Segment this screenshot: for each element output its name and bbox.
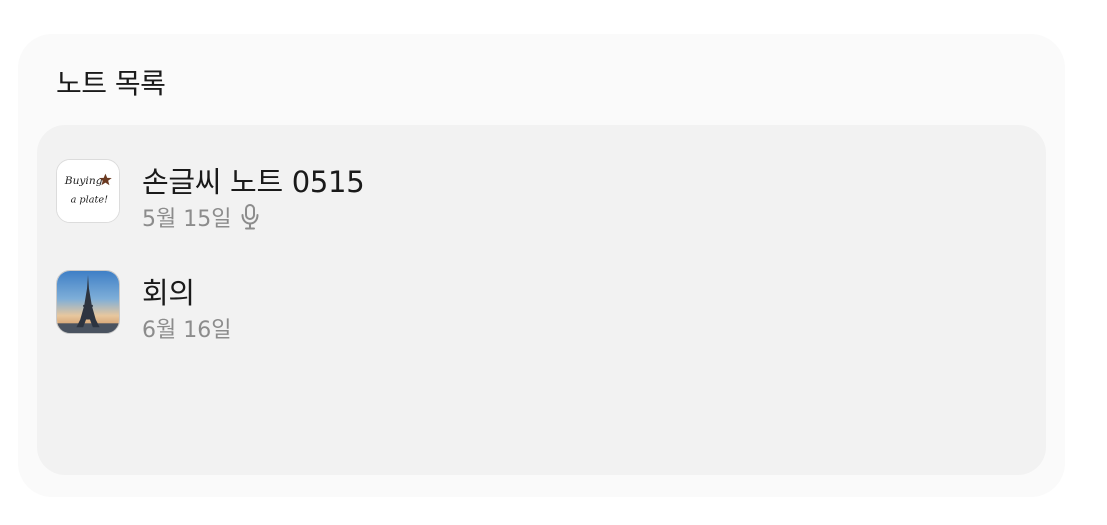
svg-text:Buying: Buying	[64, 174, 103, 187]
note-list-item[interactable]: Buying a plate! 손글씨 노트 0515 5월 15일	[37, 147, 1046, 237]
note-title: 손글씨 노트 0515	[142, 165, 365, 199]
note-date-text: 6월 16일	[142, 318, 232, 343]
note-date-text: 5월 15일	[142, 207, 232, 232]
handwriting-thumbnail: Buying a plate!	[56, 159, 120, 223]
microphone-icon	[239, 203, 261, 231]
svg-text:a plate!: a plate!	[71, 195, 109, 206]
card-title: 노트 목록	[56, 67, 166, 100]
note-date: 6월 16일	[142, 312, 231, 344]
note-date: 5월 15일	[142, 201, 261, 233]
note-list-card: 노트 목록 Buying a plate! 손글씨 노트 0515 5월 15일	[18, 34, 1065, 497]
note-list: Buying a plate! 손글씨 노트 0515 5월 15일 회의 6월…	[37, 125, 1046, 475]
eiffel-tower-photo-thumbnail	[56, 270, 120, 334]
note-title: 회의	[142, 276, 195, 310]
note-list-item[interactable]: 회의 6월 16일	[37, 258, 1046, 348]
